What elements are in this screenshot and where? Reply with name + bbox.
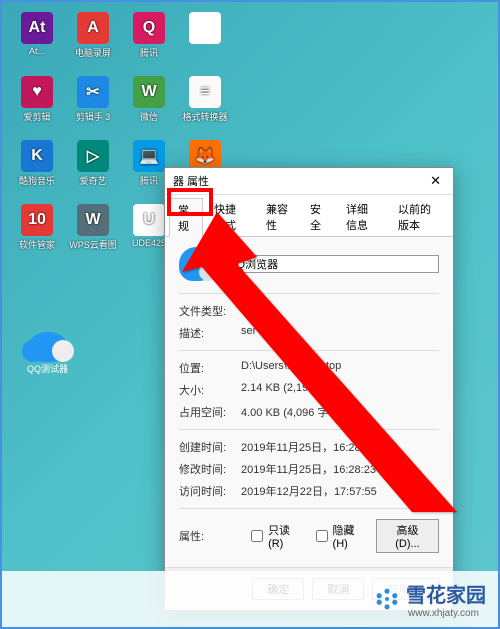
desktop-icon[interactable]: AtAt...: [12, 12, 62, 72]
tab-2[interactable]: 兼容性: [257, 197, 299, 236]
desktop-icon[interactable]: [180, 12, 230, 72]
tab-3[interactable]: 安全: [301, 197, 335, 236]
desktop-icon[interactable]: K酷狗音乐: [12, 140, 62, 200]
tab-5[interactable]: 以前的版本: [389, 197, 447, 236]
app-icon: [179, 247, 213, 281]
property-row: 占用空间:4.00 KB (4,096 字节): [179, 401, 439, 423]
desktop-icon[interactable]: ≡格式转换器: [180, 76, 230, 136]
attributes-label: 属性:: [179, 528, 239, 544]
file-name-input[interactable]: [223, 255, 439, 273]
close-icon[interactable]: ✕: [426, 173, 445, 189]
property-row: 创建时间:2019年11月25日，16:28:23: [179, 436, 439, 458]
desktop-icon[interactable]: A电脑录屏: [68, 12, 118, 72]
readonly-checkbox[interactable]: 只读(R): [247, 522, 303, 550]
snowflake-icon: [374, 586, 400, 612]
desktop-icon[interactable]: Q腾讯: [124, 12, 174, 72]
desktop-icon[interactable]: ♥爱剪辑: [12, 76, 62, 136]
properties-dialog: 器 属性 ✕ 常规快捷方式兼容性安全详细信息以前的版本 文件类型:…k)描述:s…: [164, 167, 454, 611]
property-row: 修改时间:2019年11月25日，16:28:23: [179, 458, 439, 480]
watermark-footer: 雪花家园 www.xhjaty.com: [2, 571, 498, 627]
desktop-icon[interactable]: ▷爱奇艺: [68, 140, 118, 200]
property-row: 大小:2.14 KB (2,193 …: [179, 379, 439, 401]
desktop-icon[interactable]: WWPS云看图: [68, 204, 118, 264]
tab-0[interactable]: 常规: [169, 198, 203, 237]
property-row: 文件类型:…k): [179, 300, 439, 322]
property-row: 访问时间:2019年12月22日，17:57:55: [179, 480, 439, 502]
hidden-checkbox[interactable]: 隐藏(H): [312, 522, 368, 550]
brand-name: 雪花家园: [406, 579, 486, 608]
brand-url: www.xhjaty.com: [408, 608, 486, 619]
desktop-icon[interactable]: 10软件管家: [12, 204, 62, 264]
property-row: 描述:ser: [179, 322, 439, 344]
cloud-icon: [28, 332, 68, 362]
desktop-icon-qqbrowser[interactable]: QQ测试器: [27, 332, 68, 375]
icon-label: QQ测试器: [27, 362, 68, 375]
dialog-title: 器 属性: [173, 173, 209, 189]
property-row: 位置:D:\Users\…\Desktop: [179, 357, 439, 379]
tab-1[interactable]: 快捷方式: [205, 197, 255, 236]
desktop-icon[interactable]: ✂剪辑手 3: [68, 76, 118, 136]
desktop-icon[interactable]: W微信: [124, 76, 174, 136]
advanced-button[interactable]: 高级(D)...: [376, 519, 439, 553]
tab-4[interactable]: 详细信息: [337, 197, 387, 236]
